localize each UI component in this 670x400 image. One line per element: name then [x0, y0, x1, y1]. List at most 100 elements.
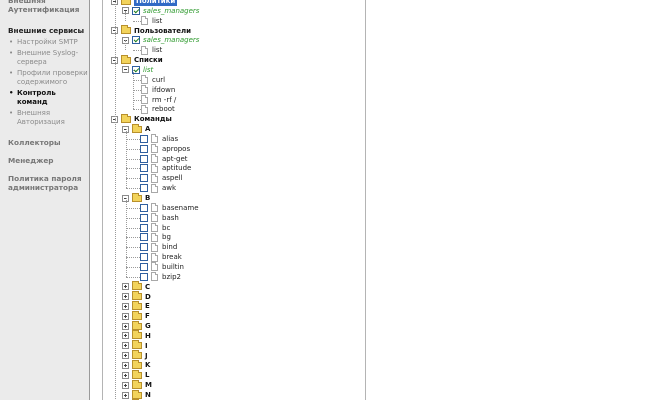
tree-command-item[interactable]: basename: [140, 203, 199, 213]
document-icon: [151, 144, 158, 154]
sidebar-item-label: Внешняя Авторизация: [17, 109, 65, 126]
tree-command-item[interactable]: alias: [140, 134, 178, 144]
checkbox-icon[interactable]: [140, 134, 148, 143]
checkbox-icon[interactable]: [140, 174, 148, 183]
sidebar-section-4[interactable]: Политика пароля администратора: [8, 174, 88, 192]
expand-plus-icon[interactable]: [122, 332, 129, 340]
tree-node-users-group[interactable]: sales_managers: [122, 35, 199, 45]
expand-plus-icon[interactable]: [122, 322, 129, 330]
folder-icon: [132, 310, 142, 320]
tree-node-group-label: sales_managers: [143, 36, 200, 45]
tree-command-item[interactable]: awk: [140, 183, 176, 193]
expand-plus-icon[interactable]: [122, 381, 129, 389]
tree-command-item[interactable]: bg: [140, 232, 171, 242]
expand-plus-icon[interactable]: [122, 312, 129, 320]
sidebar-item-1-3[interactable]: • Контроль команд: [8, 89, 88, 107]
tree-command-label: bind: [162, 243, 178, 252]
checkbox-icon[interactable]: [140, 223, 148, 232]
tree-command-item[interactable]: bc: [140, 223, 170, 233]
expand-plus-icon[interactable]: [122, 391, 129, 399]
tree-command-item[interactable]: apropos: [140, 144, 190, 154]
tree-connector: [126, 168, 140, 170]
sidebar-section-1[interactable]: Внешние сервисы: [8, 26, 88, 35]
tree-command-item[interactable]: aspell: [140, 173, 183, 183]
tree-leaf-policies-list[interactable]: list: [141, 16, 162, 26]
tree-node-letter: E: [145, 302, 150, 311]
tree-node-letter: F: [145, 312, 150, 321]
checkbox-icon[interactable]: [140, 154, 148, 163]
tree-node-letter: K: [145, 361, 151, 370]
checkbox-icon[interactable]: [140, 253, 148, 262]
tree-node-lists[interactable]: Списки: [111, 54, 163, 65]
tree-leaf-users-list[interactable]: list: [141, 45, 162, 55]
expand-plus-icon[interactable]: [122, 352, 129, 360]
tree-connector: [133, 99, 141, 101]
checkbox-icon[interactable]: [140, 272, 148, 281]
tree-connector: [126, 217, 140, 219]
document-icon: [151, 223, 158, 233]
sidebar-section-3[interactable]: Менеджер: [8, 156, 88, 165]
tree-node-letter: A: [145, 125, 151, 134]
expand-minus-icon[interactable]: [122, 66, 129, 74]
sidebar-item-1-0[interactable]: • Настройки SMTP: [8, 38, 88, 47]
tree-leaf-label: rm -rf /: [152, 95, 177, 104]
sidebar-item-1-1[interactable]: • Внешние Syslog-сервера: [8, 49, 88, 67]
tree-node-letter: J: [145, 351, 148, 360]
tree-node-letter: I: [145, 341, 148, 350]
document-icon: [151, 134, 158, 144]
tree-node-lists-list[interactable]: list: [122, 65, 153, 75]
folder-icon: [132, 350, 142, 360]
tree-leaf-label: curl: [152, 75, 166, 84]
tree-leaf-list-item[interactable]: curl: [141, 75, 165, 85]
expand-plus-icon[interactable]: [122, 371, 129, 379]
tree-command-item[interactable]: aptitude: [140, 163, 191, 173]
sidebar-section-2[interactable]: Коллекторы: [8, 138, 88, 147]
document-icon: [151, 232, 158, 242]
tree-connector: [133, 109, 141, 111]
expand-plus-icon[interactable]: [122, 293, 129, 300]
expand-plus-icon[interactable]: [122, 283, 129, 291]
tree-command-item[interactable]: builtin: [140, 262, 184, 272]
tree-command-label: bg: [162, 233, 171, 242]
expand-plus-icon[interactable]: [122, 361, 129, 369]
tree-command-label: bzip2: [162, 272, 181, 281]
tree-connector: [126, 257, 140, 259]
bullet-icon: •: [9, 38, 14, 46]
tree-leaf-list-item[interactable]: reboot: [141, 104, 175, 114]
tree-command-item[interactable]: bash: [140, 213, 179, 223]
tree-node-users[interactable]: Пользователи: [111, 25, 191, 36]
checkbox-icon[interactable]: [140, 144, 148, 153]
tree-connector: [115, 119, 116, 400]
sidebar-item-1-4[interactable]: • Внешняя Авторизация: [8, 109, 88, 127]
tree-command-item[interactable]: bzip2: [140, 272, 181, 282]
tree-node-group-label: sales_managers: [143, 6, 200, 15]
tree-leaf-list-item[interactable]: rm -rf /: [141, 95, 176, 105]
checkbox-icon[interactable]: [140, 164, 148, 173]
tree-connector: [126, 178, 140, 180]
sidebar-item-1-2[interactable]: • Профили проверки содержимого: [8, 69, 88, 87]
tree-leaf-label: list: [152, 16, 163, 25]
checkbox-icon[interactable]: [132, 36, 140, 45]
folder-icon: [132, 379, 142, 389]
checkbox-icon[interactable]: [140, 203, 148, 212]
tree-command-label: apropos: [162, 144, 191, 153]
tree-command-item[interactable]: bind: [140, 242, 177, 252]
checkbox-icon[interactable]: [140, 262, 148, 271]
expand-plus-icon[interactable]: [122, 302, 129, 310]
tree-node-policies-group[interactable]: sales_managers: [122, 6, 199, 16]
main-area: Политики sales_managers list Пользователи sa…: [90, 0, 670, 400]
document-icon: [141, 85, 148, 95]
expand-plus-icon[interactable]: [122, 342, 129, 350]
tree-command-item[interactable]: break: [140, 252, 182, 262]
tree-connector: [126, 158, 140, 160]
checkbox-icon[interactable]: [140, 243, 148, 252]
tree-command-item[interactable]: apt-get: [140, 154, 188, 164]
tree-command-label: bc: [162, 223, 171, 232]
checkbox-icon[interactable]: [140, 233, 148, 242]
tree-node-commands[interactable]: Команды: [111, 113, 172, 124]
sidebar-section-0[interactable]: Внешняя Аутентификация: [8, 0, 88, 14]
checkbox-icon[interactable]: [140, 213, 148, 222]
checkbox-icon[interactable]: [132, 6, 140, 15]
tree-leaf-list-item[interactable]: ifdown: [141, 85, 175, 95]
checkbox-icon[interactable]: [140, 184, 148, 193]
